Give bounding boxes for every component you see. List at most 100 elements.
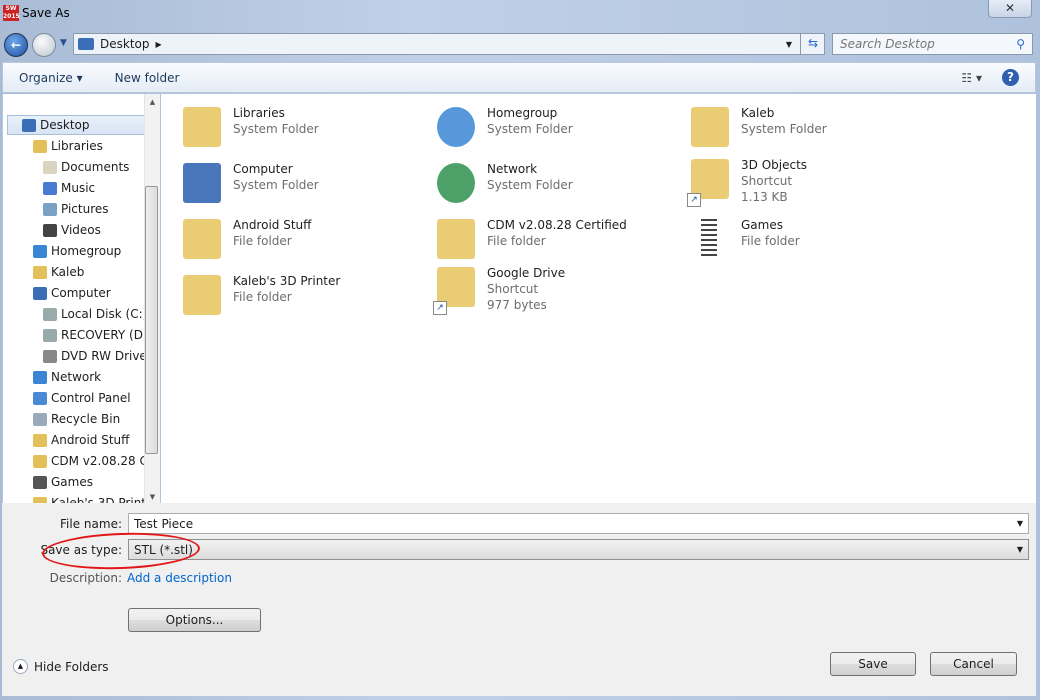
file-item-name: Homegroup (487, 106, 558, 120)
computer-icon (179, 161, 225, 207)
nav-item-label: Android Stuff (51, 433, 130, 447)
nav-item-label: Kaleb's 3D Printe (51, 496, 154, 503)
nav-item[interactable]: Android Stuff (33, 430, 129, 450)
save-type-dropdown-icon[interactable]: ▼ (1017, 545, 1023, 554)
nav-item-label: Games (51, 475, 93, 489)
libraries-icon (179, 105, 225, 151)
file-name-label: File name: (60, 517, 122, 531)
games-icon (687, 217, 733, 263)
dvd-icon (43, 349, 57, 363)
computer-icon (33, 286, 47, 300)
libraries-icon (33, 139, 47, 153)
options-button[interactable]: Options... (128, 608, 261, 632)
back-button[interactable]: ← (4, 33, 28, 57)
hide-folders-chevron-icon[interactable]: ▲ (13, 659, 28, 674)
search-icon[interactable]: ⚲ (1016, 37, 1025, 51)
nav-item[interactable]: DVD RW Drive ( (43, 346, 155, 366)
file-item-detail: File folder (487, 234, 546, 248)
file-item-detail: 977 bytes (487, 298, 547, 312)
file-item[interactable]: Network System Folder (433, 161, 573, 207)
nav-item[interactable]: Libraries (33, 136, 103, 156)
folder-icon (33, 454, 47, 468)
file-item[interactable]: Kaleb's 3D Printer File folder (179, 273, 340, 319)
save-type-select[interactable]: STL (*.stl) ▼ (128, 539, 1029, 560)
refresh-icon[interactable]: ⇆ (800, 33, 825, 55)
nav-item[interactable]: Kaleb's 3D Printe (33, 493, 153, 503)
file-item-name: Google Drive (487, 266, 566, 280)
file-item[interactable]: Games File folder (687, 217, 800, 263)
change-view-icon[interactable]: ☷ ▾ (961, 71, 982, 85)
folder-icon (433, 217, 479, 263)
nav-item[interactable]: CDM v2.08.28 Ce (33, 451, 155, 471)
hide-folders-button[interactable]: Hide Folders (34, 660, 109, 674)
nav-item[interactable]: Documents (43, 157, 129, 177)
nav-item-label: RECOVERY (D:) (61, 328, 152, 342)
file-item-detail: System Folder (233, 122, 319, 136)
nav-item[interactable]: Desktop (7, 115, 145, 135)
address-bar[interactable]: Desktop ▶ ▼ (73, 33, 825, 55)
file-item-detail: Shortcut (487, 282, 539, 296)
address-dropdown-icon[interactable]: ▼ (786, 40, 792, 49)
file-item-name: Libraries (233, 106, 285, 120)
shortcut-arrow-icon: ↗ (687, 193, 701, 207)
file-item[interactable]: ↗ 3D Objects Shortcut 1.13 KB (687, 157, 808, 207)
nav-item[interactable]: Music (43, 178, 95, 198)
file-item[interactable]: Homegroup System Folder (433, 105, 573, 151)
desktop-icon (78, 38, 94, 50)
cancel-button[interactable]: Cancel (930, 652, 1017, 676)
file-name-dropdown-icon[interactable]: ▼ (1017, 519, 1023, 528)
file-item[interactable]: ↗ Google Drive Shortcut 977 bytes (433, 265, 566, 315)
breadcrumb-chevron-icon[interactable]: ▶ (156, 40, 162, 49)
search-input[interactable]: Search Desktop ⚲ (832, 33, 1033, 55)
file-item-detail: System Folder (233, 178, 319, 192)
music-icon (43, 181, 57, 195)
file-item[interactable]: Libraries System Folder (179, 105, 319, 151)
file-item-detail: 1.13 KB (741, 190, 788, 204)
close-button[interactable]: ✕ (988, 0, 1032, 18)
file-item-name: Games (741, 218, 783, 232)
file-item[interactable]: Android Stuff File folder (179, 217, 311, 263)
games-icon (33, 475, 47, 489)
recent-pages-dropdown[interactable]: ▼ (60, 38, 67, 48)
new-folder-button[interactable]: New folder (99, 71, 196, 85)
help-icon[interactable]: ? (1002, 69, 1019, 86)
nav-item[interactable]: Recycle Bin (33, 409, 120, 429)
desktop-icon (22, 118, 36, 132)
nav-item[interactable]: Kaleb (33, 262, 84, 282)
nav-item[interactable]: Games (33, 472, 93, 492)
file-item-name: Network (487, 162, 538, 176)
file-name-input[interactable]: Test Piece ▼ (128, 513, 1029, 534)
breadcrumb-desktop[interactable]: Desktop (100, 37, 150, 51)
documents-icon (43, 160, 57, 174)
add-description-link[interactable]: Add a description (127, 571, 232, 585)
nav-item[interactable]: Control Panel (33, 388, 131, 408)
organize-button[interactable]: Organize ▾ (3, 71, 99, 85)
nav-item[interactable]: Network (33, 367, 101, 387)
file-item-name: Android Stuff (233, 218, 312, 232)
nav-item[interactable]: Pictures (43, 199, 109, 219)
homegroup-icon (433, 105, 479, 151)
file-item-name: 3D Objects (741, 158, 808, 172)
nav-item[interactable]: Local Disk (C:) (43, 304, 147, 324)
file-item-name: Kaleb (741, 106, 775, 120)
navigation-pane: Desktop Libraries Documents Music Pictures Vi… (2, 94, 160, 503)
pictures-icon (43, 202, 57, 216)
nav-item-label: CDM v2.08.28 Ce (51, 454, 156, 468)
nav-item[interactable]: Homegroup (33, 241, 121, 261)
forward-button[interactable] (32, 33, 56, 57)
shortcut-arrow-icon: ↗ (433, 301, 447, 315)
google-drive-shortcut-icon: ↗ (433, 265, 479, 315)
nav-item[interactable]: Computer (33, 283, 111, 303)
nav-item-label: Documents (61, 160, 130, 174)
file-item[interactable]: Computer System Folder (179, 161, 319, 207)
toolbar: Organize ▾ New folder ☷ ▾ ? (2, 62, 1036, 93)
nav-item[interactable]: Videos (43, 220, 101, 240)
file-item-name: Kaleb's 3D Printer (233, 274, 341, 288)
file-item[interactable]: Kaleb System Folder (687, 105, 827, 151)
nav-scrollbar-thumb[interactable] (145, 186, 158, 454)
disk-icon (43, 307, 57, 321)
file-item[interactable]: CDM v2.08.28 Certified File folder (433, 217, 627, 263)
nav-item[interactable]: RECOVERY (D:) (43, 325, 152, 345)
save-button[interactable]: Save (830, 652, 916, 676)
folder-icon (179, 217, 225, 263)
